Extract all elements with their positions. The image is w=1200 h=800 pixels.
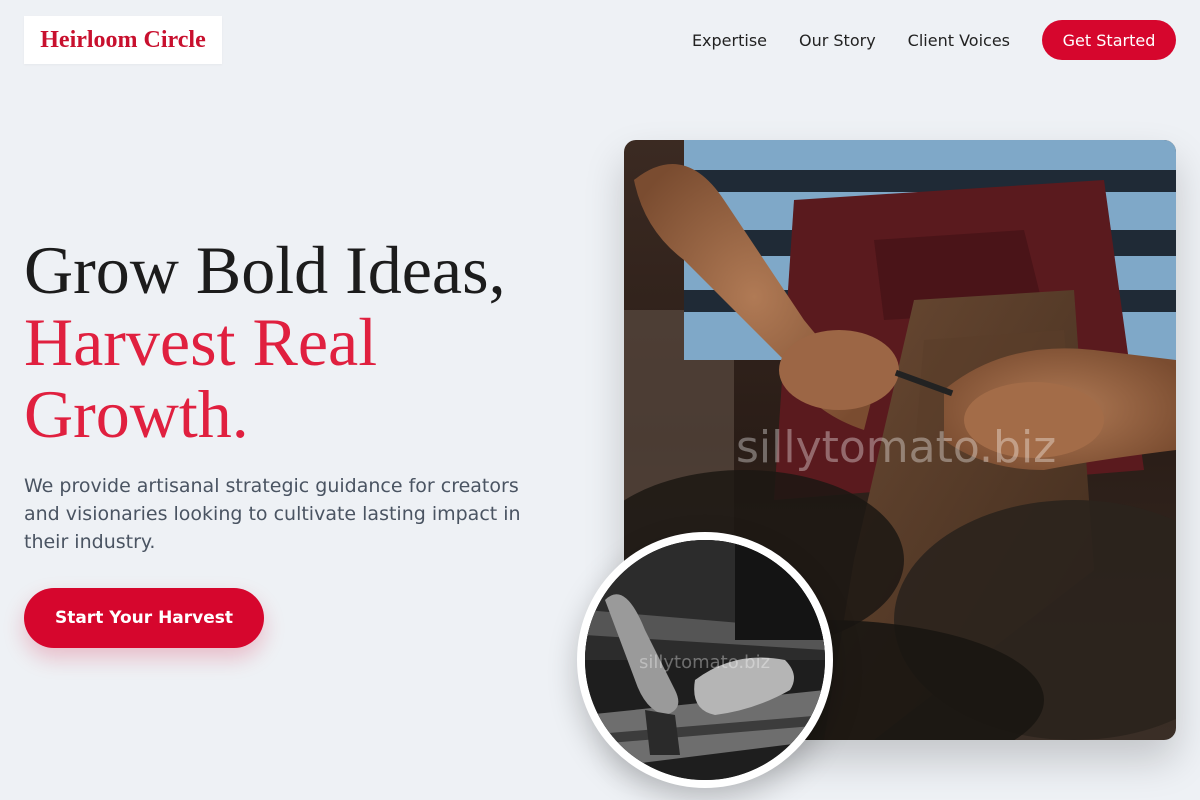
- brand-logo[interactable]: Heirloom Circle: [24, 16, 222, 64]
- hero-subtext: We provide artisanal strategic guidance …: [24, 475, 521, 553]
- get-started-button[interactable]: Get Started: [1042, 20, 1176, 60]
- start-harvest-button[interactable]: Start Your Harvest: [24, 588, 264, 648]
- brand-name: Heirloom Circle: [40, 26, 206, 53]
- nav-link-our-story[interactable]: Our Story: [799, 31, 876, 50]
- hero-headline: Grow Bold Ideas, Harvest Real Growth.: [24, 234, 584, 450]
- top-nav: Expertise Our Story Client Voices Get St…: [692, 20, 1176, 60]
- nav-link-expertise[interactable]: Expertise: [692, 31, 767, 50]
- nav-link-client-voices[interactable]: Client Voices: [908, 31, 1010, 50]
- inset-circle-photo: sillytomato.biz: [577, 532, 833, 788]
- headline-line-2: Harvest Real Growth.: [24, 304, 378, 452]
- headline-line-1: Grow Bold Ideas,: [24, 232, 506, 308]
